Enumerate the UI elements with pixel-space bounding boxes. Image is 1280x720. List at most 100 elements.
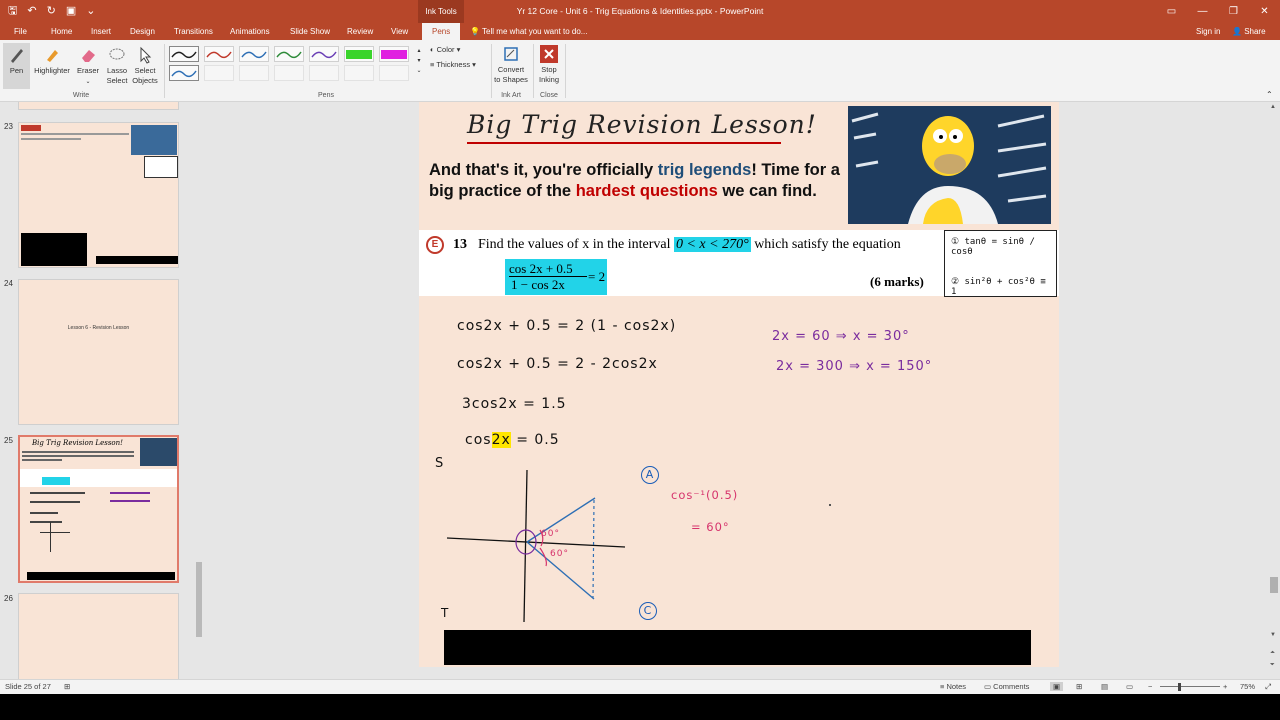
pen-swatch-empty[interactable] <box>204 65 234 81</box>
convert-label-1: Convert <box>497 65 525 74</box>
tab-design[interactable]: Design <box>130 23 155 40</box>
tab-pens[interactable]: Pens <box>422 23 461 40</box>
scroll-down-icon[interactable]: ▼ <box>1270 632 1276 638</box>
pen-swatch-empty[interactable] <box>344 65 374 81</box>
pen-swatch-empty[interactable] <box>309 65 339 81</box>
pens-group-label: Pens <box>318 92 334 99</box>
tab-view[interactable]: View <box>391 23 408 40</box>
select-objects-button[interactable]: Select Objects <box>131 46 159 86</box>
lasso-label-2: Select <box>106 76 128 85</box>
stop-inking-button[interactable]: Stop Inking <box>536 45 562 85</box>
lasso-label-1: Lasso <box>106 66 127 75</box>
cyan-highlight <box>42 477 70 485</box>
tab-file[interactable]: File <box>14 23 27 40</box>
cast-diagram <box>446 469 626 623</box>
next-slide-icon[interactable]: ⏷ <box>1270 662 1275 669</box>
color-dropdown[interactable]: ◐ Color ▾ <box>430 45 460 55</box>
pen-swatch-purple[interactable] <box>309 46 339 62</box>
zoom-slider-thumb[interactable] <box>1178 683 1181 691</box>
customize-qat-icon[interactable]: ⌄ <box>86 4 95 18</box>
zoom-out-button[interactable]: − <box>1148 682 1152 691</box>
slide-sorter-button[interactable]: ⊞ <box>1076 682 1082 691</box>
start-from-beginning-icon[interactable]: ▣ <box>66 4 76 18</box>
convert-to-shapes-button[interactable]: Convert to Shapes <box>494 45 528 85</box>
tab-review[interactable]: Review <box>347 23 373 40</box>
pen-swatch-blue-2[interactable] <box>169 65 199 81</box>
restore-button[interactable]: ❐ <box>1218 0 1249 23</box>
black-redaction <box>21 233 87 266</box>
intro-highlight-red: hardest questions <box>575 182 718 200</box>
slide-thumbnail-24[interactable]: Lesson 6 - Revision Lesson <box>18 279 179 425</box>
thumbnails-scrollbar[interactable] <box>194 102 204 679</box>
pens-gallery-more-icon[interactable]: ▴ ▾ ⌄ <box>414 46 424 76</box>
pen-swatch-black[interactable] <box>169 46 199 62</box>
pen-swatch-green[interactable] <box>274 46 304 62</box>
previous-slide-icon[interactable]: ⏶ <box>1270 650 1275 657</box>
lasso-select-button[interactable]: Lasso Select <box>104 46 130 86</box>
slide-thumbnail-22[interactable] <box>18 102 179 110</box>
eraser-button[interactable]: Eraser ⌄ <box>74 46 102 87</box>
current-slide[interactable]: Big Trig Revision Lesson! And that's it,… <box>419 102 1059 667</box>
zoom-in-button[interactable]: + <box>1223 682 1227 691</box>
slide-thumbnail-25[interactable]: Big Trig Revision Lesson! <box>18 435 179 583</box>
numerator: cos 2x + 0.5 <box>509 261 573 276</box>
pen-swatch-empty[interactable] <box>274 65 304 81</box>
tab-animations[interactable]: Animations <box>230 23 270 40</box>
pen-stroke-icon <box>241 51 267 59</box>
share-button[interactable]: 👤 Share <box>1232 23 1266 40</box>
pen-swatch-red[interactable] <box>204 46 234 62</box>
tell-me-search[interactable]: 💡 Tell me what you want to do... <box>470 23 587 40</box>
comments-button[interactable]: ▭ Comments <box>984 682 1029 691</box>
pen-stroke-icon <box>276 51 302 59</box>
status-bar: Slide 25 of 27 ⊞ ≡ Notes ▭ Comments ▣ ⊞ … <box>0 679 1280 694</box>
scroll-thumb[interactable] <box>196 562 202 637</box>
minimize-button[interactable]: — <box>1187 0 1218 23</box>
lasso-icon <box>109 48 125 60</box>
spellcheck-icon[interactable]: ⊞ <box>64 682 70 691</box>
normal-view-button[interactable]: ▣ <box>1050 682 1064 691</box>
fit-to-window-icon[interactable]: ⤢ <box>1265 682 1271 692</box>
undo-icon[interactable]: ↶ <box>27 4 36 18</box>
zoom-slider[interactable] <box>1160 686 1220 687</box>
close-window-button[interactable]: ✕ <box>1249 0 1280 23</box>
collapse-ribbon-icon[interactable]: ⌃ <box>1266 90 1273 100</box>
quadrant-c: C <box>639 602 657 620</box>
thumb-title: Big Trig Revision Lesson! <box>32 439 123 447</box>
tab-transitions[interactable]: Transitions <box>174 23 213 40</box>
thickness-label: Thickness <box>436 60 471 69</box>
zoom-level[interactable]: 75% <box>1240 682 1255 691</box>
reading-view-button[interactable]: ▤ <box>1101 682 1108 691</box>
tab-home[interactable]: Home <box>51 23 72 40</box>
save-icon[interactable]: 🖫 <box>8 4 17 18</box>
ribbon-display-options-icon[interactable]: ▭ <box>1156 0 1187 23</box>
highlighter-swatch-pink[interactable] <box>379 46 409 62</box>
highlighter-button[interactable]: Highlighter <box>32 46 72 76</box>
pen-icon <box>10 49 23 63</box>
slide-number-25: 25 <box>4 436 13 445</box>
slide-show-button[interactable]: ▭ <box>1126 682 1133 691</box>
identity-pythagorean: ② sin²θ + cos²θ ≡ 1 <box>951 277 1046 297</box>
sign-in-link[interactable]: Sign in <box>1196 23 1220 40</box>
scroll-thumb[interactable] <box>1270 577 1278 593</box>
redo-icon[interactable]: ↻ <box>47 4 56 18</box>
highlighted-2x: 2x <box>491 432 511 448</box>
pen-swatch-empty[interactable] <box>379 65 409 81</box>
tab-insert[interactable]: Insert <box>91 23 111 40</box>
convert-label-2: to Shapes <box>494 75 528 84</box>
slide-thumbnail-26[interactable] <box>18 593 179 679</box>
slide-thumbnail-23[interactable] <box>18 122 179 268</box>
scroll-up-icon[interactable]: ▲ <box>1270 104 1276 110</box>
notes-button[interactable]: ≡ Notes <box>940 682 966 691</box>
pen-swatch-empty[interactable] <box>239 65 269 81</box>
pen-button[interactable]: Pen <box>3 43 30 89</box>
editor-scrollbar[interactable]: ▲ ▼ ⏶ ⏷ <box>1268 102 1280 679</box>
thickness-dropdown[interactable]: ≡ Thickness ▾ <box>430 60 476 70</box>
pen-swatch-blue[interactable] <box>239 46 269 62</box>
stop-label-2: Inking <box>538 75 559 84</box>
working-line-2: cos2x + 0.5 = 2 - 2cos2x <box>457 356 658 372</box>
black-redaction <box>27 572 175 580</box>
highlighter-swatch-green[interactable] <box>344 46 374 62</box>
question-text-part: Find the values of x in the interval <box>478 237 674 252</box>
tab-slide-show[interactable]: Slide Show <box>290 23 330 40</box>
tell-me-text: Tell me what you want to do... <box>482 27 588 36</box>
